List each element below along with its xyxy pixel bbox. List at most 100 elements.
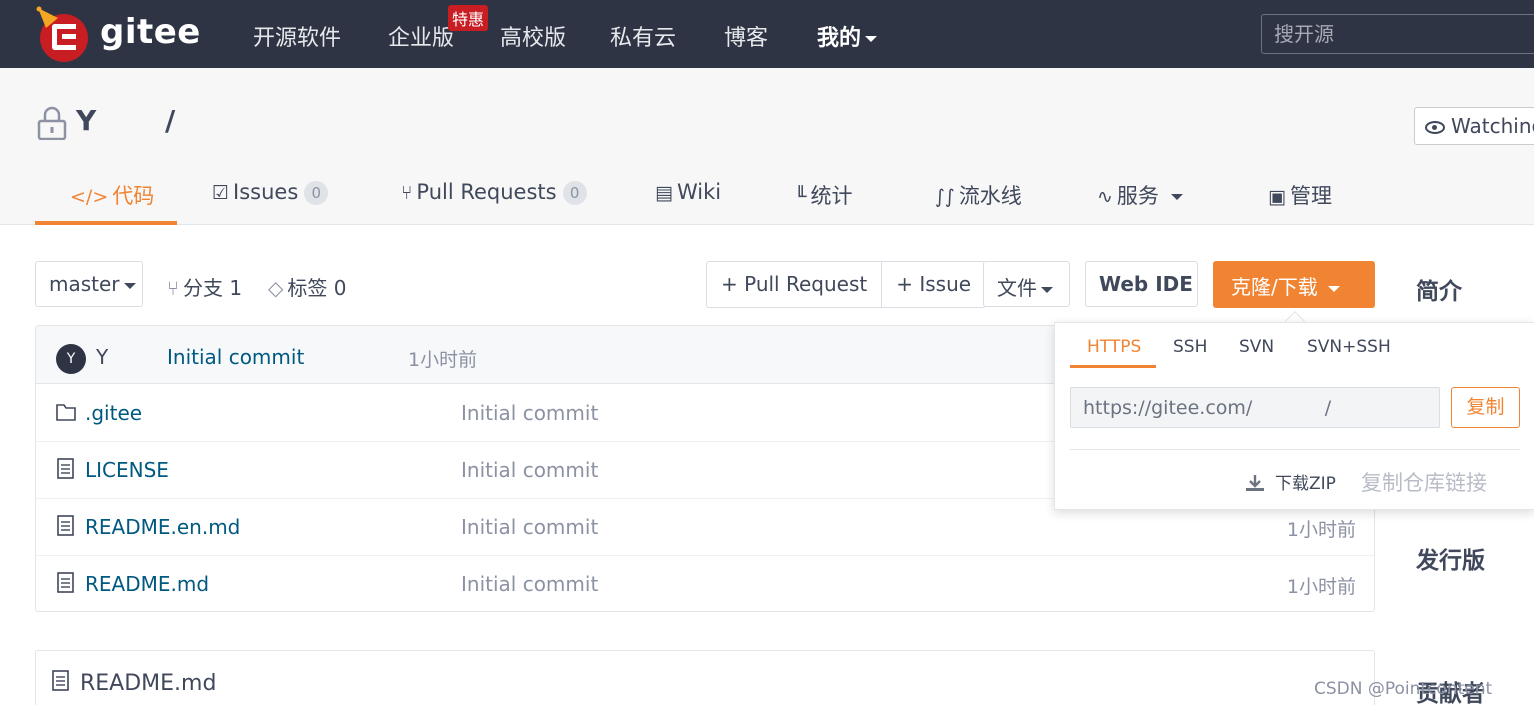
sidebar-intro-title: 简介 xyxy=(1416,279,1462,305)
tags-link[interactable]: ◇ 标签 0 xyxy=(268,272,346,301)
avatar[interactable]: Y xyxy=(56,344,86,374)
file-menu-label: 文件 xyxy=(997,276,1037,300)
file-menu-button[interactable]: 文件 xyxy=(983,261,1070,307)
file-name-link[interactable]: README.md xyxy=(85,572,209,596)
settings-doc-icon: ▣ xyxy=(1268,186,1286,208)
chevron-down-icon xyxy=(865,36,878,42)
file-commit-time: 1小时前 xyxy=(1286,519,1356,541)
clone-dropdown: HTTPS SSH SVN SVN+SSH 复制 下载ZIP 复制仓库链接 xyxy=(1054,322,1534,510)
tab-wiki[interactable]: ▤ Wiki xyxy=(655,180,721,204)
table-row[interactable]: README.md Initial commit 1小时前 xyxy=(36,556,1374,613)
file-text-icon xyxy=(52,670,69,691)
tab-services[interactable]: ∿ 服务 xyxy=(1097,180,1183,210)
nav-education[interactable]: 高校版 xyxy=(500,20,566,52)
file-commit-message[interactable]: Initial commit xyxy=(461,458,598,482)
tab-pipeline-label: 流水线 xyxy=(958,184,1022,208)
file-text-icon xyxy=(57,572,74,593)
tab-pipeline[interactable]: ∫∫ 流水线 xyxy=(935,180,1022,210)
protocol-tab-svn[interactable]: SVN xyxy=(1239,337,1274,357)
nav-mine[interactable]: 我的 xyxy=(817,20,878,52)
tab-issues-label: Issues xyxy=(233,180,299,204)
issues-icon: ☑ xyxy=(212,182,230,204)
repo-header: Y / Watching </>代码 ☑Issues0 ⑂Pull Reques… xyxy=(0,68,1534,225)
logo-text: gitee xyxy=(100,12,201,52)
file-commit-time: 1小时前 xyxy=(1286,576,1356,598)
branch-icon: ⑂ xyxy=(167,276,179,300)
promo-badge: 特惠 xyxy=(448,5,489,31)
download-zip-label: 下载ZIP xyxy=(1275,474,1336,494)
file-commit-message[interactable]: Initial commit xyxy=(461,401,598,425)
tab-manage[interactable]: ▣ 管理 xyxy=(1268,180,1332,210)
file-name-link[interactable]: README.en.md xyxy=(85,515,240,539)
new-issue-button[interactable]: + Issue xyxy=(881,262,985,307)
gitee-logo[interactable]: gitee xyxy=(36,6,200,62)
watch-label: Watching xyxy=(1451,114,1534,138)
watermark: CSDN @Pointcontent xyxy=(1314,679,1493,699)
repo-path-separator: / xyxy=(165,104,176,137)
tab-code[interactable]: </> 代码 xyxy=(70,180,154,210)
branches-link[interactable]: ⑂ 分支 1 xyxy=(167,272,242,301)
protocol-tab-svn-ssh[interactable]: SVN+SSH xyxy=(1307,337,1391,357)
clone-download-label: 克隆/下载 xyxy=(1231,275,1318,299)
copy-button[interactable]: 复制 xyxy=(1451,387,1520,428)
protocol-tab-https[interactable]: HTTPS xyxy=(1087,337,1141,357)
divider xyxy=(1070,449,1520,450)
chart-icon: ╙ xyxy=(795,186,807,208)
clone-url-field[interactable] xyxy=(1070,387,1440,428)
nav-private-cloud[interactable]: 私有云 xyxy=(610,20,676,52)
tag-icon: ◇ xyxy=(268,276,284,300)
chevron-down-icon xyxy=(1041,286,1053,293)
tab-wiki-label: Wiki xyxy=(676,180,722,204)
file-commit-message[interactable]: Initial commit xyxy=(461,515,598,539)
file-text-icon xyxy=(57,458,74,479)
repo-owner[interactable]: Y xyxy=(76,104,96,137)
chevron-down-icon xyxy=(123,282,136,289)
web-ide-button[interactable]: Web IDE xyxy=(1085,261,1198,307)
lock-icon xyxy=(37,106,67,140)
nav-blog[interactable]: 博客 xyxy=(724,20,768,52)
pull-requests-count-badge: 0 xyxy=(562,181,587,205)
book-icon: ▤ xyxy=(655,182,673,204)
file-name-link[interactable]: LICENSE xyxy=(85,458,169,482)
tab-statistics[interactable]: ╙ 统计 xyxy=(795,180,852,210)
download-icon xyxy=(1246,475,1264,491)
tab-manage-label: 管理 xyxy=(1289,184,1332,208)
tab-statistics-label: 统计 xyxy=(810,184,853,208)
nav-mine-label: 我的 xyxy=(817,26,862,51)
copy-repo-link[interactable]: 复制仓库链接 xyxy=(1361,467,1487,497)
nav-enterprise[interactable]: 企业版 xyxy=(388,20,454,52)
new-pull-request-button[interactable]: + Pull Request xyxy=(707,262,881,307)
create-button-group: + Pull Request + Issue xyxy=(706,261,987,308)
tab-code-label: 代码 xyxy=(112,184,155,208)
readme-title: README.md xyxy=(80,671,217,696)
clone-download-button[interactable]: 克隆/下载 xyxy=(1213,261,1375,308)
folder-icon xyxy=(56,404,76,421)
tab-issues[interactable]: ☑ Issues 0 xyxy=(212,180,329,205)
tab-pull-requests-label: Pull Requests xyxy=(416,180,557,204)
file-name-link[interactable]: .gitee xyxy=(85,401,142,425)
pulse-icon: ∿ xyxy=(1097,186,1113,208)
download-zip-link[interactable]: 下载ZIP xyxy=(1245,469,1336,494)
protocol-tab-ssh[interactable]: SSH xyxy=(1173,337,1207,357)
branch-select[interactable]: master xyxy=(35,261,143,307)
commit-author[interactable]: Y xyxy=(96,345,108,369)
file-commit-message[interactable]: Initial commit xyxy=(461,572,598,596)
tab-pull-requests[interactable]: ⑂ Pull Requests 0 xyxy=(401,180,587,205)
logo-g-bar xyxy=(62,34,76,39)
active-protocol-indicator xyxy=(1070,365,1156,368)
tab-services-label: 服务 xyxy=(1116,184,1159,208)
watch-button[interactable]: Watching xyxy=(1414,107,1534,145)
chevron-down-icon xyxy=(1170,194,1183,200)
branches-label: 分支 1 xyxy=(183,276,243,300)
nav-open-source[interactable]: 开源软件 xyxy=(253,20,341,52)
tags-label: 标签 0 xyxy=(287,276,347,300)
commit-message-link[interactable]: Initial commit xyxy=(167,345,304,369)
issues-count-badge: 0 xyxy=(304,181,329,205)
chevron-down-icon xyxy=(1327,285,1340,292)
search-input[interactable] xyxy=(1261,14,1534,54)
sidebar-releases-title[interactable]: 发行版 xyxy=(1416,541,1485,575)
eye-icon xyxy=(1425,121,1445,134)
code-icon: </> xyxy=(70,186,109,208)
readme-panel: README.md xyxy=(35,650,1375,705)
branch-name: master xyxy=(49,272,120,296)
